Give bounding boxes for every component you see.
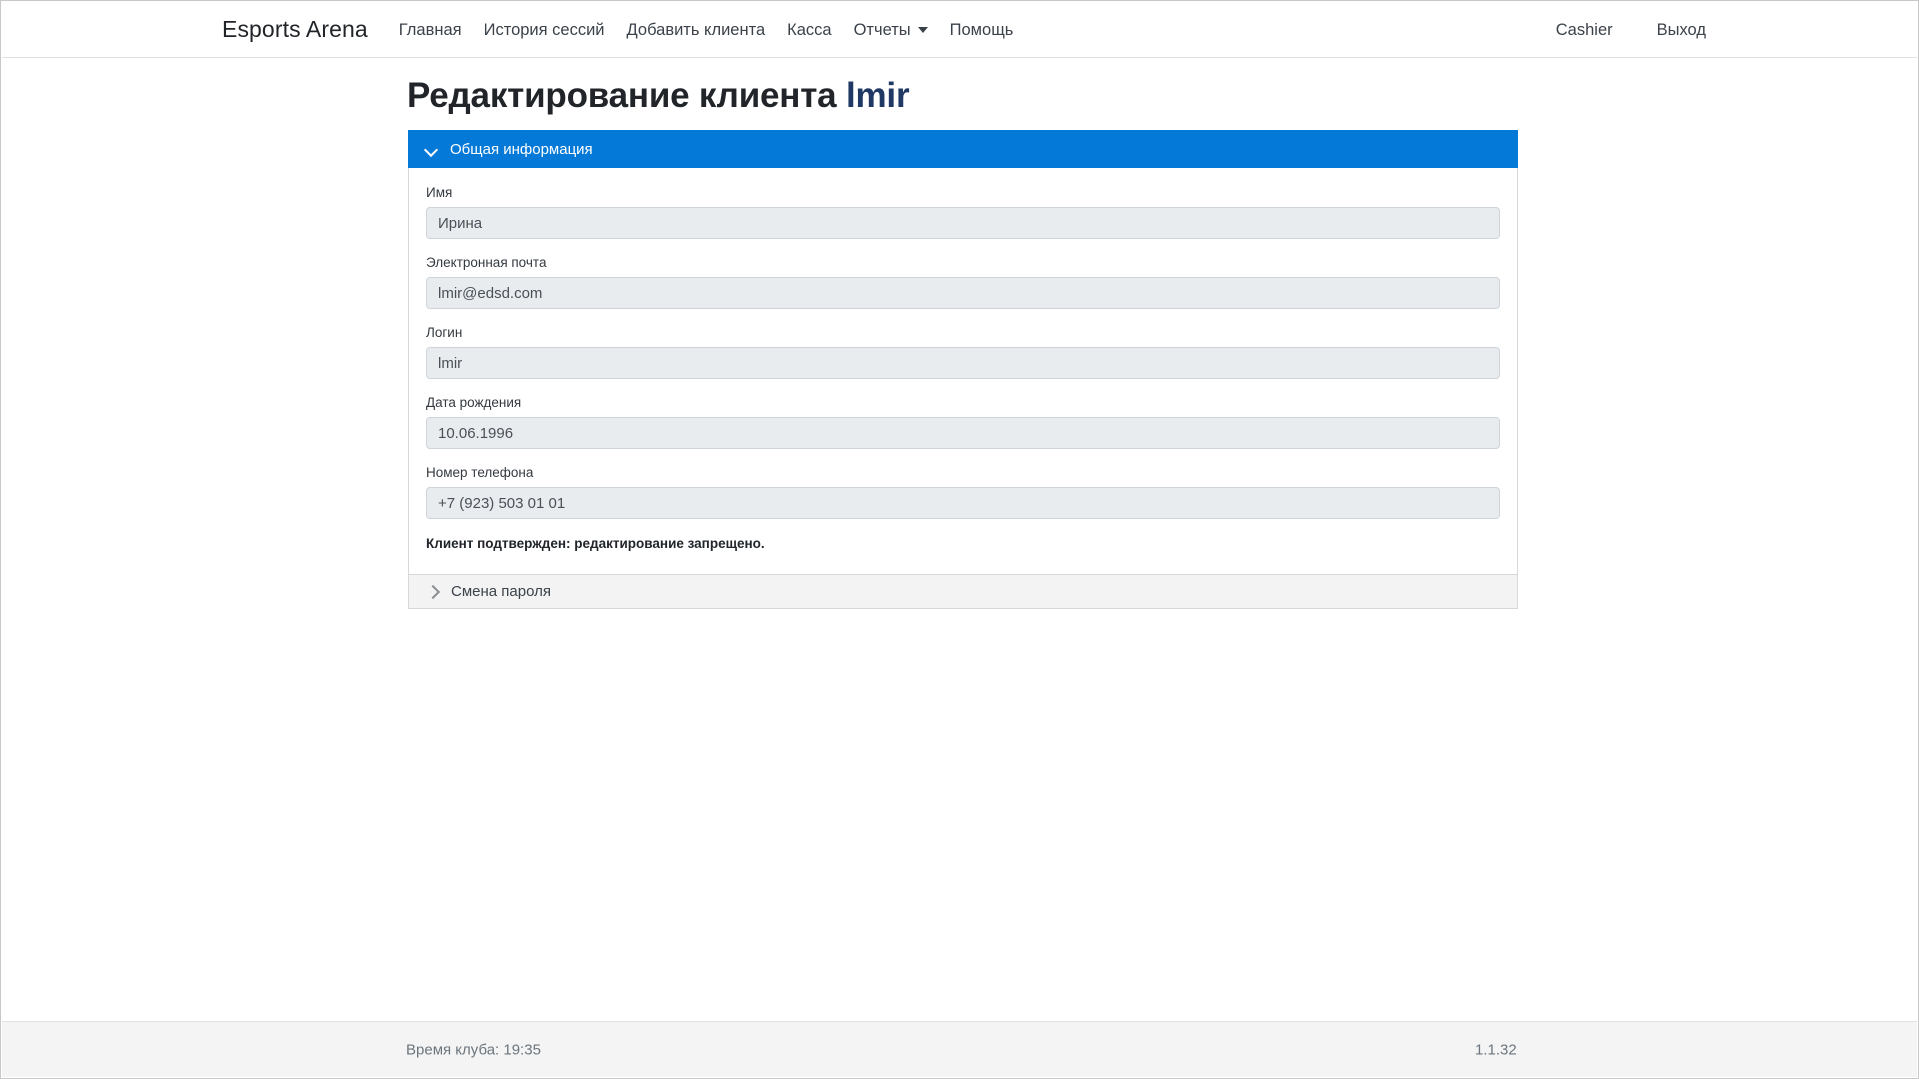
nav-link-add-client[interactable]: Добавить клиента xyxy=(616,17,777,43)
client-edit-card: Общая информация Имя Электронная почта Л… xyxy=(408,130,1518,609)
navbar-inner: Esports Arena Главная История сессий Доб… xyxy=(2,16,1917,43)
navbar-user-area: Cashier Выход xyxy=(1545,17,1917,43)
field-email[interactable] xyxy=(426,277,1500,309)
label-phone: Номер телефона xyxy=(426,464,1500,481)
brand-logo[interactable]: Esports Arena xyxy=(222,16,368,43)
page-title: Редактирование клиента lmir xyxy=(407,76,909,116)
form-group-login: Логин xyxy=(426,324,1500,379)
label-birthdate: Дата рождения xyxy=(426,394,1500,411)
primary-nav: Главная История сессий Добавить клиента … xyxy=(388,17,1025,43)
label-login: Логин xyxy=(426,324,1500,341)
form-group-phone: Номер телефона xyxy=(426,464,1500,519)
label-email: Электронная почта xyxy=(426,254,1500,271)
top-navbar: Esports Arena Главная История сессий Доб… xyxy=(2,2,1917,58)
nav-link-home[interactable]: Главная xyxy=(388,17,473,43)
general-info-panel: Имя Электронная почта Логин Дата рождени… xyxy=(408,168,1518,575)
current-user-label[interactable]: Cashier xyxy=(1545,17,1624,43)
page-footer: Время клуба: 19:35 1.1.32 xyxy=(2,1021,1917,1077)
page-title-subject: lmir xyxy=(846,76,909,115)
accordion-header-change-password[interactable]: Смена пароля xyxy=(408,575,1518,609)
logout-link[interactable]: Выход xyxy=(1646,17,1717,43)
edit-locked-note: Клиент подтвержден: редактирование запре… xyxy=(426,534,1500,566)
nav-link-session-history[interactable]: История сессий xyxy=(473,17,616,43)
nav-link-cash-register[interactable]: Касса xyxy=(776,17,842,43)
browser-window: Esports Arena Главная История сессий Доб… xyxy=(0,0,1919,1079)
nav-link-reports[interactable]: Отчеты xyxy=(843,17,939,43)
chevron-down-icon xyxy=(425,143,438,156)
nav-link-help[interactable]: Помощь xyxy=(939,17,1025,43)
form-group-name: Имя xyxy=(426,184,1500,239)
accordion-header-general-info[interactable]: Общая информация xyxy=(408,130,1518,168)
nav-link-reports-label: Отчеты xyxy=(854,17,911,43)
field-login[interactable] xyxy=(426,347,1500,379)
chevron-down-icon xyxy=(918,27,928,33)
app-version-label: 1.1.32 xyxy=(1475,1041,1517,1058)
field-name[interactable] xyxy=(426,207,1500,239)
label-name: Имя xyxy=(426,184,1500,201)
form-group-email: Электронная почта xyxy=(426,254,1500,309)
field-birthdate[interactable] xyxy=(426,417,1500,449)
club-time-label: Время клуба: 19:35 xyxy=(406,1041,541,1058)
accordion-title-general-info: Общая информация xyxy=(450,141,593,158)
page-title-prefix: Редактирование клиента xyxy=(407,76,836,115)
field-phone[interactable] xyxy=(426,487,1500,519)
main-content: Редактирование клиента lmir Общая информ… xyxy=(2,58,1917,1021)
accordion-title-change-password: Смена пароля xyxy=(451,583,551,600)
form-group-birthdate: Дата рождения xyxy=(426,394,1500,449)
chevron-right-icon xyxy=(426,585,439,598)
